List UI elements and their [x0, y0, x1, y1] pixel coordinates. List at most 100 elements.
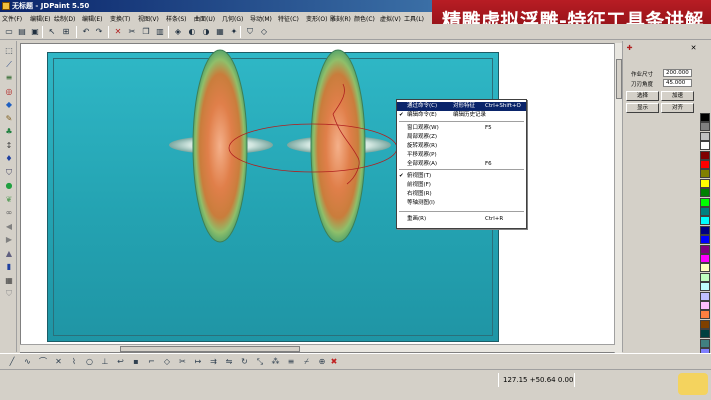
color-swatch[interactable]	[700, 225, 710, 235]
select-arrow-icon[interactable]: ↖	[46, 26, 58, 38]
color-swatch[interactable]	[700, 150, 710, 160]
rotate-icon[interactable]: ↻	[239, 356, 251, 368]
horizontal-scrollbar[interactable]	[20, 344, 615, 352]
cross-icon[interactable]: ✕	[53, 356, 65, 368]
right-arrow-icon[interactable]: ▶	[3, 234, 15, 246]
context-menu[interactable]: 通过命令(C) 对形特征 Ctrl+Shift+O ✔ 编辑命令(E) 编辑历史记录 窗口观…	[396, 99, 527, 229]
menu-item[interactable]: 几何(G)	[222, 14, 243, 23]
horizontal-scroll-thumb[interactable]	[120, 346, 300, 352]
box-icon[interactable]: ▮	[3, 261, 15, 273]
join-icon[interactable]: ⊕	[316, 356, 328, 368]
menu-item[interactable]: 导动(M)	[250, 14, 272, 23]
point-icon[interactable]: ▪	[130, 356, 142, 368]
curve-icon[interactable]: ∿	[22, 356, 34, 368]
left-arrow-icon[interactable]: ◀	[3, 221, 15, 233]
cut-icon[interactable]: ✂	[126, 26, 138, 38]
menu-item[interactable]: 工具(L)	[404, 14, 424, 23]
menu-item[interactable]: 样条(S)	[166, 14, 187, 23]
display-button[interactable]: 显示	[626, 103, 659, 113]
color-swatch[interactable]	[700, 122, 710, 132]
color-swatch[interactable]	[700, 113, 710, 122]
color-swatch[interactable]	[700, 329, 710, 339]
new-file-icon[interactable]: ▭	[3, 26, 15, 38]
menu-item[interactable]: 特征(C)	[278, 14, 299, 23]
scale-icon[interactable]: ⤡	[254, 356, 266, 368]
break-icon[interactable]: ⌿	[301, 356, 313, 368]
context-menu-item[interactable]: 局部观察(Z)	[397, 133, 526, 142]
mirror-icon[interactable]: ⇋	[223, 356, 235, 368]
context-menu-item[interactable]: 旋转观察(R)	[397, 142, 526, 151]
menu-item[interactable]: 编辑(E)	[82, 14, 102, 23]
context-menu-item[interactable]: ✔ 俯视图(T)	[397, 172, 526, 181]
context-menu-item[interactable]: 重画(R) Ctrl+R	[397, 215, 526, 224]
fillet-icon[interactable]: ⌐	[146, 356, 158, 368]
drop-icon[interactable]: ●	[3, 180, 15, 192]
offset-icon[interactable]: ⇉	[208, 356, 220, 368]
arc-icon[interactable]: ⌒	[37, 356, 49, 368]
perpendicular-icon[interactable]: ⊥	[99, 356, 111, 368]
menu-item[interactable]: 编辑(E)	[30, 14, 50, 23]
copy-icon[interactable]: ❐	[140, 26, 152, 38]
menu-item[interactable]: 颜色(C)	[354, 14, 375, 23]
delete-icon[interactable]: ✕	[112, 26, 124, 38]
undo-icon[interactable]: ↶	[80, 26, 92, 38]
menu-item[interactable]: 变形(O)	[306, 14, 327, 23]
context-menu-item[interactable]: 右视图(R)	[397, 190, 526, 199]
wand-icon[interactable]: ⟋	[3, 59, 15, 71]
bend-icon[interactable]: ↩	[115, 356, 127, 368]
layers-icon[interactable]: ≡	[3, 72, 15, 84]
stamp-icon[interactable]: ▲	[3, 248, 15, 260]
delete-red-icon[interactable]: ✖	[328, 356, 340, 368]
menu-item[interactable]: 变换(T)	[110, 14, 130, 23]
zoom-window-icon[interactable]: ⊞	[60, 26, 72, 38]
color-swatch[interactable]	[700, 178, 710, 188]
color-swatch[interactable]	[700, 338, 710, 348]
open-folder-icon[interactable]: ▤	[16, 26, 28, 38]
texture-icon[interactable]: ▦	[214, 26, 226, 38]
menu-item[interactable]: 视图(V)	[138, 14, 159, 23]
paste-icon[interactable]: ▥	[154, 26, 166, 38]
context-menu-item[interactable]: 平移观察(P)	[397, 151, 526, 160]
render-icon[interactable]: ◐	[186, 26, 198, 38]
color-swatch[interactable]	[700, 141, 710, 151]
view-3d-icon[interactable]: ◈	[172, 26, 184, 38]
color-swatch[interactable]	[700, 272, 710, 282]
color-swatch[interactable]	[700, 319, 710, 329]
accelerate-button[interactable]: 加速	[661, 91, 694, 101]
grid-icon[interactable]: ▦	[3, 275, 15, 287]
color-swatch[interactable]	[700, 188, 710, 198]
color-swatch[interactable]	[700, 216, 710, 226]
color-swatch[interactable]	[700, 169, 710, 179]
rect-select-icon[interactable]: ⬚	[3, 45, 15, 57]
color-swatch[interactable]	[700, 254, 710, 263]
extend-icon[interactable]: ↦	[192, 356, 204, 368]
vertical-scrollbar[interactable]	[614, 43, 622, 353]
diamond-icon[interactable]: ◆	[3, 99, 15, 111]
context-menu-item[interactable]: ✔ 编辑命令(E) 编辑历史记录	[397, 111, 526, 120]
chamfer-icon[interactable]: ◇	[161, 356, 173, 368]
context-menu-item[interactable]: 通过命令(C) 对形特征 Ctrl+Shift+O	[397, 102, 526, 111]
color-swatch[interactable]	[700, 263, 710, 273]
menu-item[interactable]: 曲面(U)	[194, 14, 215, 23]
menu-item[interactable]: 雕刻(R)	[330, 14, 351, 23]
color-swatch[interactable]	[700, 235, 710, 245]
color-swatch[interactable]	[700, 131, 710, 141]
polyline-icon[interactable]: ⌇	[68, 356, 80, 368]
arrows-vertical-icon[interactable]: ↕	[3, 140, 15, 152]
align-button[interactable]: 对齐	[661, 103, 694, 113]
light-icon[interactable]: ✦	[228, 26, 240, 38]
color-swatch[interactable]	[700, 160, 710, 169]
balloon-icon[interactable]: ♦	[3, 153, 15, 165]
save-disk-icon[interactable]: ▣	[29, 26, 41, 38]
circle-icon[interactable]: ○	[84, 356, 96, 368]
line-icon[interactable]: ╱	[6, 356, 18, 368]
shield-icon[interactable]: ⛉	[244, 26, 256, 38]
shade-icon[interactable]: ◑	[200, 26, 212, 38]
shield-gray-icon[interactable]: ⛉	[3, 288, 15, 300]
menu-item[interactable]: 绘制(D)	[54, 14, 75, 23]
tree-icon[interactable]: ♣	[3, 126, 15, 138]
context-menu-item[interactable]: 等轴测图(I)	[397, 199, 526, 208]
color-swatch[interactable]	[700, 244, 710, 254]
brush-icon[interactable]: ✎	[3, 113, 15, 125]
depth-input[interactable]: 45.000	[663, 79, 692, 87]
